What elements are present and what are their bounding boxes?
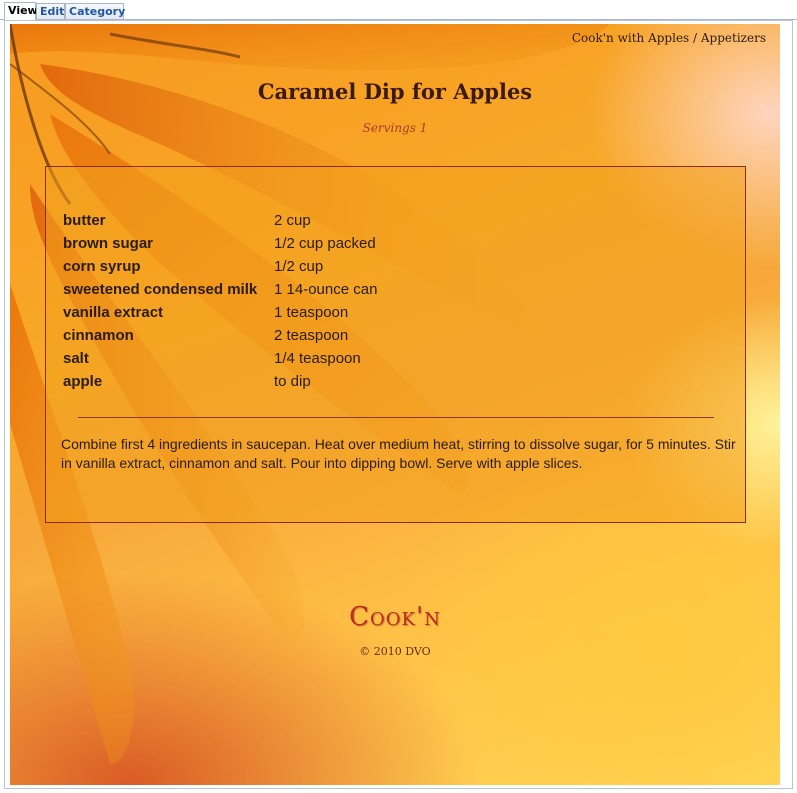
ingredient-name: cinnamon bbox=[63, 327, 134, 344]
ingredient-amount: 1/2 cup packed bbox=[274, 235, 376, 252]
ingredient-name: brown sugar bbox=[63, 235, 154, 252]
tab-view[interactable]: View bbox=[4, 2, 38, 20]
ingredient-amount: 1 teaspoon bbox=[274, 304, 349, 321]
ingredient-name: butter bbox=[63, 212, 106, 229]
ingredient-amount: 2 cup bbox=[274, 212, 311, 229]
ingredient-amount: 1/2 cup bbox=[274, 258, 324, 275]
ingredient-name: corn syrup bbox=[63, 258, 141, 275]
tab-edit[interactable]: Edit bbox=[36, 3, 65, 19]
recipe-card: butter 2 cup brown sugar 1/2 cup packed … bbox=[45, 166, 746, 523]
copyright-text: © 2010 DVO bbox=[359, 645, 431, 658]
directions-text: Combine first 4 ingredients in saucepan.… bbox=[61, 436, 736, 471]
ingredient-amount: to dip bbox=[274, 373, 311, 390]
tab-bar: View Edit Category bbox=[0, 0, 797, 20]
servings-label: Servings 1 bbox=[362, 121, 428, 135]
section-divider bbox=[78, 417, 714, 418]
ingredient-name: apple bbox=[63, 373, 103, 390]
ingredient-amount: 2 teaspoon bbox=[274, 327, 349, 344]
breadcrumb: Cook'n with Apples / Appetizers bbox=[571, 31, 766, 45]
ingredient-amount: 1/4 teaspoon bbox=[274, 350, 361, 367]
ingredient-name: salt bbox=[63, 350, 89, 367]
ingredient-name: vanilla extract bbox=[63, 304, 164, 321]
cookn-logo: Cook'n bbox=[349, 602, 441, 632]
recipe-title: Caramel Dip for Apples bbox=[257, 79, 533, 104]
recipe-page: Cook'n with Apples / Appetizers Caramel … bbox=[10, 24, 780, 785]
ingredient-amount: 1 14-ounce can bbox=[274, 281, 378, 298]
ingredient-name: sweetened condensed milk bbox=[63, 281, 258, 298]
tab-category[interactable]: Category bbox=[65, 3, 125, 19]
